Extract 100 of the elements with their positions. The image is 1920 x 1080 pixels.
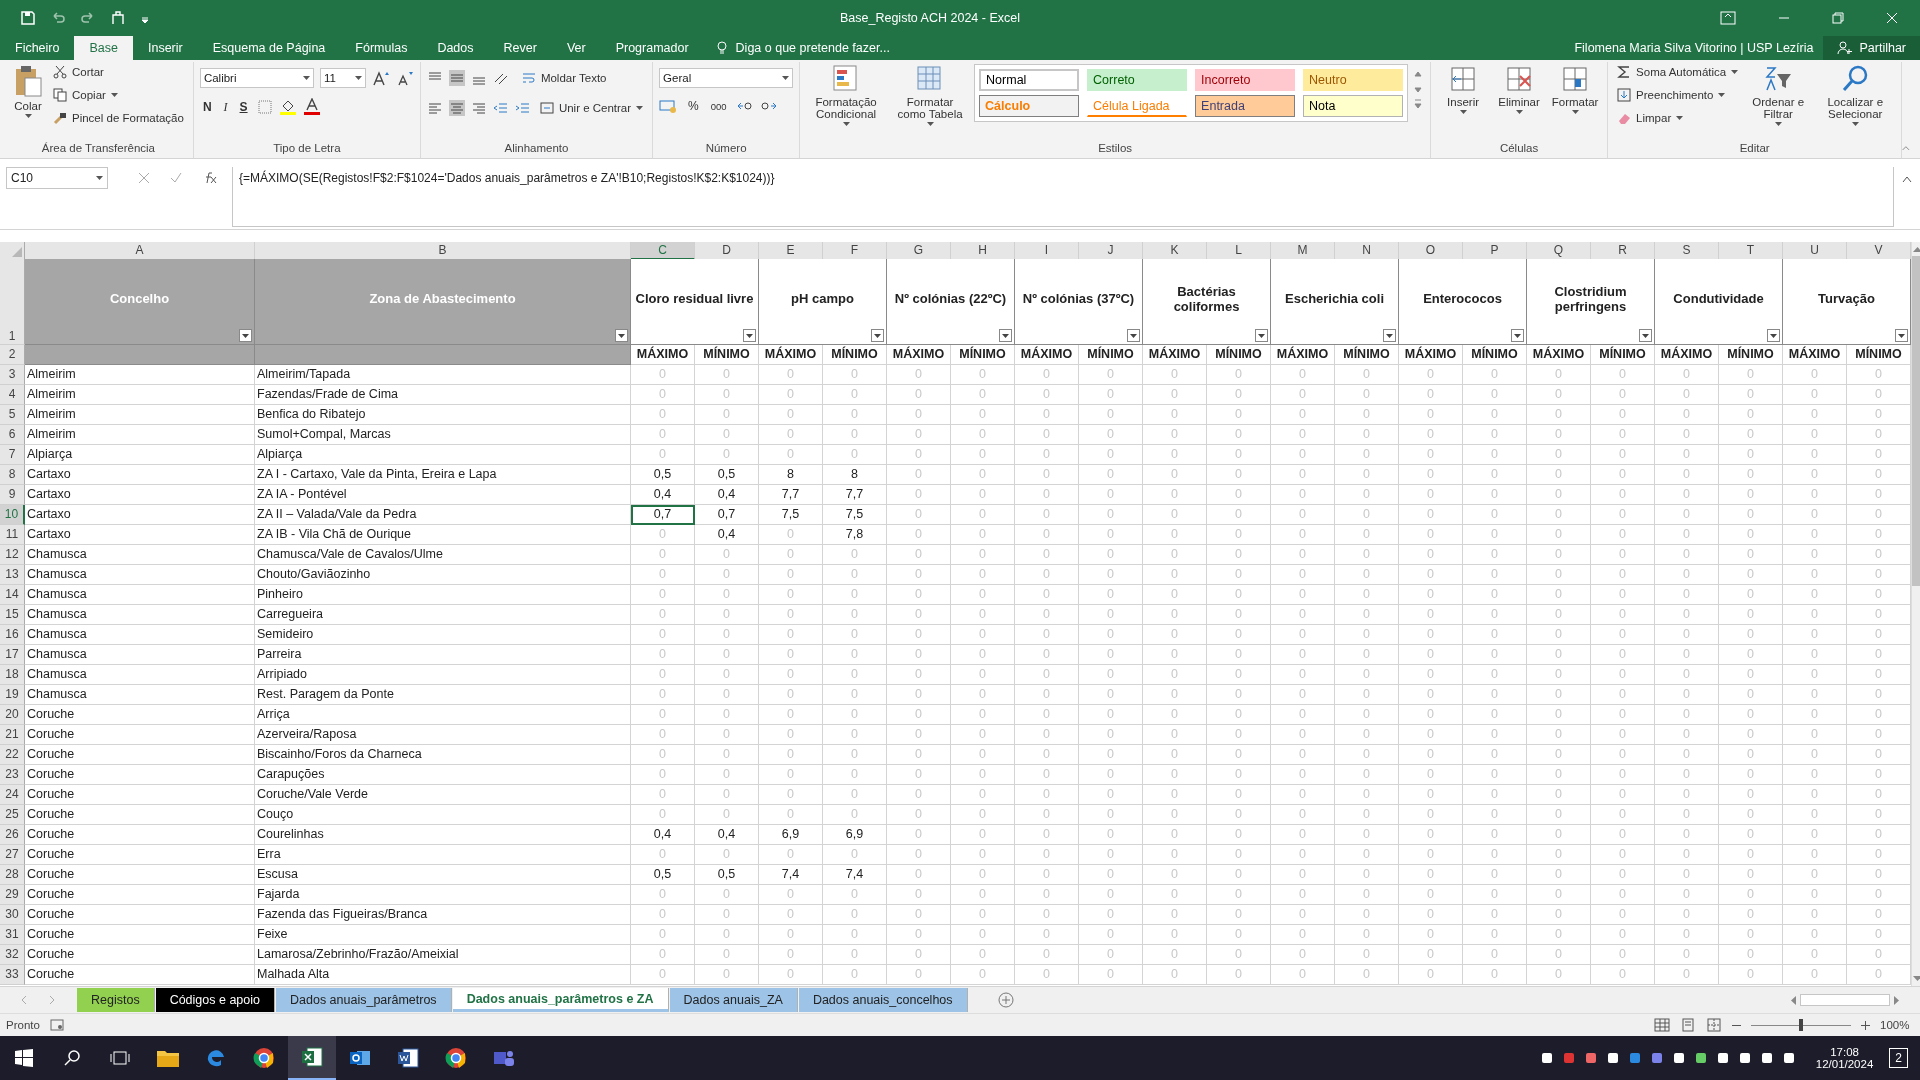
cut-button[interactable]: Cortar	[50, 62, 187, 82]
row-header[interactable]: 15	[0, 605, 25, 625]
insert-cells-button[interactable]: Inserir	[1437, 62, 1490, 117]
fill-button[interactable]: Preenchimento	[1614, 85, 1742, 105]
format-cells-button[interactable]: Formatar	[1549, 62, 1602, 117]
tray-icon[interactable]	[1671, 1051, 1686, 1065]
column-header[interactable]: E	[759, 242, 823, 260]
ribbon-tab[interactable]: Base	[74, 36, 133, 60]
row-header[interactable]: 12	[0, 545, 25, 565]
merge-center-button[interactable]: Unir e Centrar	[536, 98, 647, 118]
column-header[interactable]: H	[951, 242, 1015, 260]
touch-mode-icon[interactable]	[110, 10, 126, 26]
row-header[interactable]: 14	[0, 585, 25, 605]
row-header[interactable]: 1	[0, 259, 25, 345]
column-header[interactable]: A	[25, 242, 255, 260]
name-box[interactable]: C10	[6, 167, 108, 189]
tell-me-field[interactable]: Diga o que pretende fazer...	[733, 40, 938, 56]
share-button[interactable]: Partilhar	[1823, 36, 1920, 60]
column-header[interactable]: B	[255, 242, 631, 260]
row-header[interactable]: 4	[0, 385, 25, 405]
close-icon[interactable]	[1886, 12, 1898, 24]
search-icon[interactable]	[63, 1049, 81, 1067]
tray-icon[interactable]	[1759, 1051, 1774, 1065]
row-header[interactable]: 31	[0, 925, 25, 945]
column-header[interactable]: C	[631, 242, 695, 260]
cell-style-swatch[interactable]: Nota	[1303, 95, 1404, 117]
filter-dropdown-icon[interactable]	[1383, 329, 1396, 342]
ribbon-tab[interactable]: Dados	[422, 36, 489, 60]
column-header[interactable]: M	[1271, 242, 1335, 260]
column-header[interactable]: K	[1143, 242, 1207, 260]
filter-dropdown-icon[interactable]	[1639, 329, 1652, 342]
cell-style-swatch[interactable]: Correto	[1087, 69, 1188, 91]
scroll-up-icon[interactable]	[1913, 246, 1920, 252]
clear-button[interactable]: Limpar	[1614, 108, 1742, 128]
row-header[interactable]: 18	[0, 665, 25, 685]
scroll-down-icon[interactable]	[1913, 976, 1920, 982]
scroll-right-icon[interactable]	[1894, 995, 1900, 1005]
row-header[interactable]: 30	[0, 905, 25, 925]
column-header[interactable]: S	[1655, 242, 1719, 260]
tray-icon[interactable]	[1737, 1051, 1752, 1065]
font-size-field[interactable]: 11	[319, 68, 366, 88]
cell-style-swatch[interactable]: Normal	[979, 69, 1080, 91]
sheet-tab[interactable]: Dados anuais_parâmetros	[276, 988, 452, 1012]
ribbon-tab[interactable]: Inserir	[132, 36, 198, 60]
filter-dropdown-icon[interactable]	[1511, 329, 1524, 342]
clock-date[interactable]: 12/01/2024	[1815, 1058, 1874, 1070]
restore-icon[interactable]	[1832, 12, 1844, 24]
collapse-formula-icon[interactable]	[1902, 175, 1912, 183]
column-header[interactable]: D	[695, 242, 759, 260]
windows-icon[interactable]	[15, 1049, 33, 1067]
sheet-tab[interactable]: Registos	[77, 988, 155, 1012]
column-header[interactable]: U	[1783, 242, 1847, 260]
zoom-in-icon[interactable]	[1861, 1020, 1870, 1030]
browser-icon[interactable]	[445, 1047, 467, 1069]
row-header[interactable]: 22	[0, 745, 25, 765]
row-header[interactable]: 23	[0, 765, 25, 785]
row-header[interactable]: 2	[0, 345, 25, 365]
align-middle-icon[interactable]	[448, 70, 465, 86]
row-header[interactable]: 10	[0, 505, 25, 525]
format-painter-button[interactable]: Pincel de Formatação	[50, 108, 187, 128]
row-header[interactable]: 26	[0, 825, 25, 845]
save-icon[interactable]	[20, 10, 36, 26]
ribbon-tab[interactable]: Esquema de Página	[197, 36, 341, 60]
percent-button[interactable]: %	[685, 99, 702, 113]
filter-dropdown-icon[interactable]	[1895, 329, 1908, 342]
decrease-font-icon[interactable]	[395, 70, 414, 86]
underline-button[interactable]: S	[236, 100, 251, 114]
row-header[interactable]: 11	[0, 525, 25, 545]
column-header[interactable]: V	[1847, 242, 1911, 260]
row-header[interactable]: 19	[0, 685, 25, 705]
filter-dropdown-icon[interactable]	[239, 329, 252, 342]
row-header[interactable]: 16	[0, 625, 25, 645]
sheet-tab[interactable]: Dados anuais_concelhos	[798, 988, 968, 1012]
row-header[interactable]: 5	[0, 405, 25, 425]
ribbon-tab[interactable]: Ficheiro	[0, 36, 75, 60]
autosum-button[interactable]: Soma Automática	[1614, 62, 1742, 82]
format-as-table-button[interactable]: Formatar como Tabela	[890, 62, 971, 129]
sheet-tab[interactable]: Códigos e apoio	[155, 988, 275, 1012]
row-header[interactable]: 32	[0, 945, 25, 965]
column-header[interactable]: Q	[1527, 242, 1591, 260]
sheet-tab[interactable]: Dados anuais_parâmetros e ZA	[452, 988, 669, 1012]
tray-icon[interactable]	[1715, 1051, 1730, 1065]
redo-icon[interactable]	[80, 10, 96, 26]
row-header[interactable]: 17	[0, 645, 25, 665]
cell-style-swatch[interactable]: Entrada	[1195, 95, 1296, 117]
folder-icon[interactable]	[156, 1048, 180, 1068]
formula-field[interactable]: {=MÁXIMO(SE(Registos!F$2:F$1024='Dados anuais_parâmetros e ZA'!B10;Registos!K$2:K$1024))}	[232, 167, 1894, 227]
ribbon-tab[interactable]: Ver	[551, 36, 601, 60]
horizontal-scrollbar[interactable]	[1790, 993, 1900, 1007]
row-header[interactable]: 24	[0, 785, 25, 805]
row-header[interactable]: 21	[0, 725, 25, 745]
vertical-scrollbar[interactable]	[1911, 242, 1920, 986]
column-header[interactable]: T	[1719, 242, 1783, 260]
clock-time[interactable]: 17:08	[1830, 1046, 1859, 1058]
number-format-field[interactable]: Geral	[659, 68, 794, 88]
filter-dropdown-icon[interactable]	[999, 329, 1012, 342]
document-app-icon[interactable]	[397, 1047, 419, 1069]
undo-icon[interactable]	[50, 10, 66, 26]
cell-style-swatch[interactable]: Incorreto	[1195, 69, 1296, 91]
paste-button[interactable]: Colar	[10, 62, 46, 121]
